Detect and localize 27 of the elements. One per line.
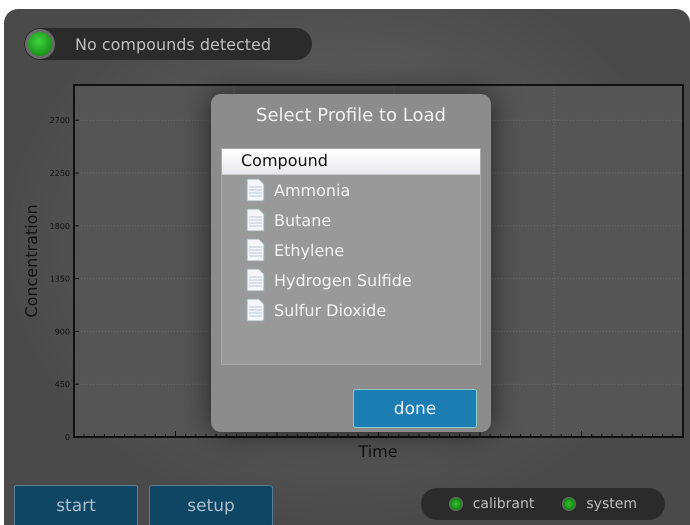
y-tick-label: 1800: [50, 222, 70, 231]
y-tick-label: 1350: [50, 274, 70, 284]
document-icon: [246, 178, 265, 202]
indicator-label: calibrant: [472, 496, 534, 512]
action-button[interactable]: start: [14, 485, 138, 525]
list-item[interactable]: Ammonia: [274, 180, 350, 200]
document-icon: [246, 298, 265, 322]
status-message: No compounds detected: [75, 34, 272, 54]
y-tick-label: 450: [54, 380, 70, 390]
y-tick-label: 900: [54, 327, 70, 336]
x-axis-label: Time: [358, 442, 398, 461]
done-button[interactable]: done: [353, 389, 477, 428]
y-tick-label: 2700: [50, 116, 70, 126]
list-item[interactable]: Hydrogen Sulfide: [274, 270, 412, 290]
indicator-label: system: [586, 496, 637, 512]
y-tick-label: 2250: [50, 169, 70, 178]
document-icon: [246, 208, 265, 232]
document-icon: [246, 268, 265, 292]
y-axis-label: Concentration: [22, 204, 41, 318]
list-item[interactable]: Ethylene: [274, 240, 344, 260]
list-item[interactable]: Butane: [274, 210, 332, 230]
document-icon: [246, 238, 265, 262]
dialog-title: Select Profile to Load: [255, 104, 447, 128]
list-item[interactable]: Sulfur Dioxide: [274, 300, 386, 320]
action-button[interactable]: setup: [149, 485, 273, 525]
y-tick-label: 0: [64, 433, 70, 442]
list-header: Compound: [222, 149, 480, 175]
